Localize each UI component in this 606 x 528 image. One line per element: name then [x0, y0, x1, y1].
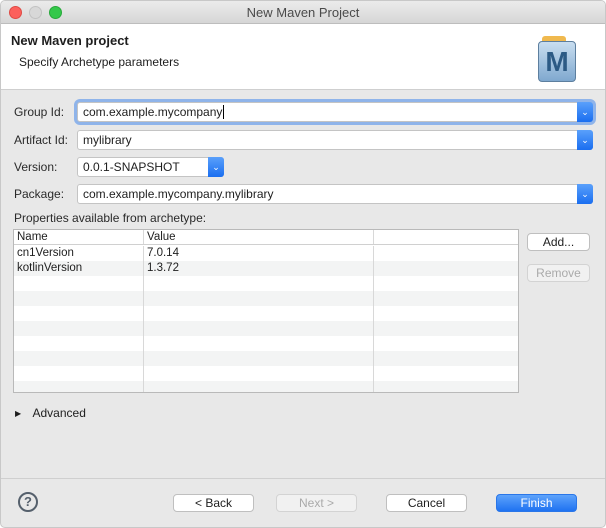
package-combo[interactable]: com.example.mycompany.mylibrary ⌄ — [77, 184, 593, 204]
disclosure-triangle-icon: ▶ — [15, 409, 22, 418]
cell-value — [144, 336, 374, 351]
add-button[interactable]: Add... — [527, 233, 590, 251]
properties-label: Properties available from archetype: — [14, 211, 207, 225]
cell-value — [144, 351, 374, 366]
title-bar: New Maven Project — [1, 1, 605, 24]
cell-name — [14, 276, 144, 291]
version-combo[interactable]: 0.0.1-SNAPSHOT ⌄ — [77, 157, 224, 177]
cell-name — [14, 336, 144, 351]
cell-value: 1.3.72 — [144, 261, 374, 276]
properties-table[interactable]: Name Value cn1Version 7.0.14 kotlinVersion… — [13, 229, 519, 393]
next-button[interactable]: Next > — [276, 494, 357, 512]
cell-name — [14, 291, 144, 306]
artifact-id-value: mylibrary — [83, 133, 132, 147]
chevron-down-icon[interactable]: ⌄ — [577, 130, 593, 150]
help-icon[interactable]: ? — [18, 492, 38, 512]
footer-divider — [1, 478, 605, 479]
cell-name — [14, 351, 144, 366]
dialog-window: New Maven Project New Maven project Spec… — [0, 0, 606, 528]
close-button[interactable] — [9, 6, 22, 19]
cell-extra — [374, 381, 518, 392]
package-label: Package: — [14, 187, 65, 201]
package-value: com.example.mycompany.mylibrary — [83, 187, 274, 201]
table-row[interactable] — [14, 336, 518, 351]
chevron-down-icon[interactable]: ⌄ — [577, 184, 593, 204]
group-id-value: com.example.mycompany — [83, 105, 223, 119]
page-subtitle: Specify Archetype parameters — [19, 55, 180, 69]
cancel-button[interactable]: Cancel — [386, 494, 467, 512]
window-title: New Maven Project — [246, 5, 360, 20]
cell-name — [14, 381, 144, 392]
cell-extra — [374, 246, 518, 261]
minimize-button[interactable] — [29, 6, 42, 19]
advanced-toggle[interactable]: ▶ Advanced — [15, 406, 86, 420]
cell-extra — [374, 291, 518, 306]
cell-value — [144, 276, 374, 291]
table-row[interactable] — [14, 291, 518, 306]
cell-value — [144, 291, 374, 306]
group-id-combo[interactable]: com.example.mycompany ⌄ — [77, 102, 593, 122]
cell-extra — [374, 276, 518, 291]
maximize-button[interactable] — [49, 6, 62, 19]
cell-name: kotlinVersion — [14, 261, 144, 276]
table-row[interactable]: cn1Version 7.0.14 — [14, 246, 518, 261]
cell-value — [144, 306, 374, 321]
cell-name — [14, 306, 144, 321]
cell-extra — [374, 321, 518, 336]
chevron-down-icon[interactable]: ⌄ — [208, 157, 224, 177]
table-row[interactable] — [14, 381, 518, 392]
cell-name — [14, 321, 144, 336]
artifact-id-combo[interactable]: mylibrary ⌄ — [77, 130, 593, 150]
cell-extra — [374, 336, 518, 351]
table-row[interactable] — [14, 306, 518, 321]
table-header: Name Value — [14, 230, 518, 245]
advanced-label: Advanced — [32, 406, 86, 420]
wizard-header: New Maven project Specify Archetype para… — [1, 24, 605, 90]
finish-button[interactable]: Finish — [496, 494, 577, 512]
table-row[interactable]: kotlinVersion 1.3.72 — [14, 261, 518, 276]
cell-extra — [374, 351, 518, 366]
chevron-down-icon[interactable]: ⌄ — [577, 102, 593, 122]
cell-extra — [374, 366, 518, 381]
back-button[interactable]: < Back — [173, 494, 254, 512]
cell-value — [144, 321, 374, 336]
remove-button[interactable]: Remove — [527, 264, 590, 282]
cell-value — [144, 366, 374, 381]
column-header-value[interactable]: Value — [144, 230, 374, 244]
column-header-name[interactable]: Name — [14, 230, 144, 244]
table-row[interactable] — [14, 276, 518, 291]
group-id-label: Group Id: — [14, 105, 65, 119]
artifact-id-label: Artifact Id: — [14, 133, 69, 147]
table-row[interactable] — [14, 321, 518, 336]
cell-name: cn1Version — [14, 246, 144, 261]
table-row[interactable] — [14, 351, 518, 366]
version-value: 0.0.1-SNAPSHOT — [83, 160, 180, 174]
cell-extra — [374, 306, 518, 321]
page-title: New Maven project — [11, 33, 129, 48]
cell-name — [14, 366, 144, 381]
column-header-extra — [374, 230, 518, 244]
cell-extra — [374, 261, 518, 276]
cell-value — [144, 381, 374, 392]
version-label: Version: — [14, 160, 58, 174]
maven-logo-icon: M — [538, 36, 576, 82]
table-row[interactable] — [14, 366, 518, 381]
cell-value: 7.0.14 — [144, 246, 374, 261]
